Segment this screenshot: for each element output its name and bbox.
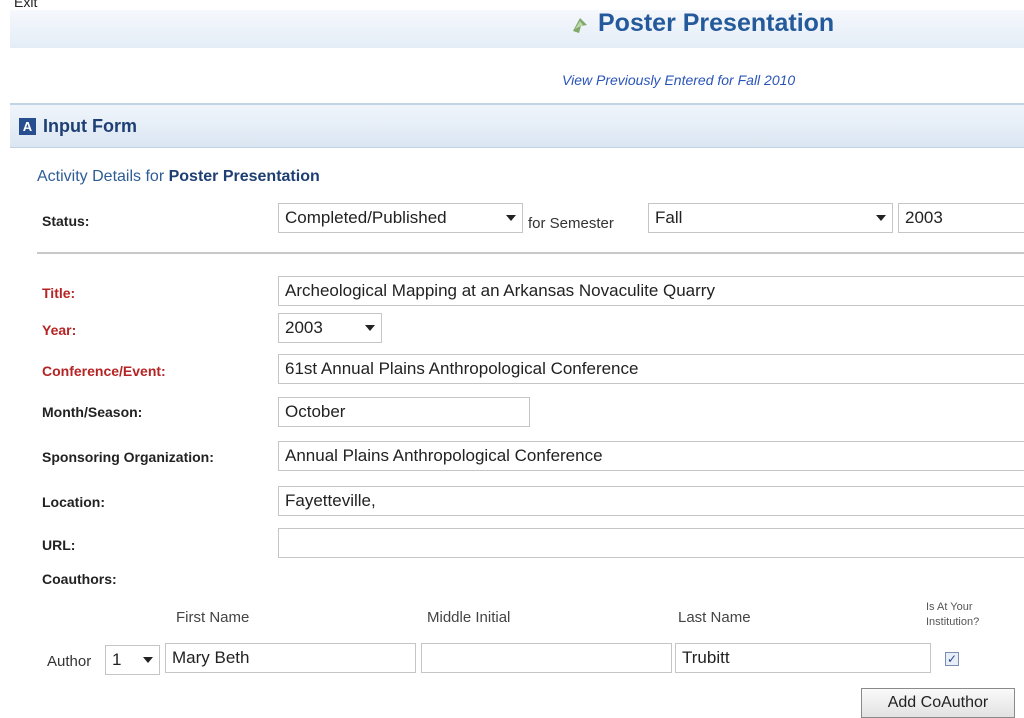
page-title-text: Poster Presentation	[598, 9, 835, 37]
sponsor-input[interactable]: Annual Plains Anthropological Conference	[278, 441, 1024, 471]
institution-header-line2: Institution?	[926, 616, 980, 628]
details-activity: Poster Presentation	[168, 168, 320, 185]
semester-select-value: Fall	[655, 208, 683, 227]
section-title: Input Form	[43, 115, 137, 136]
for-semester-label: for Semester	[528, 215, 614, 232]
location-input-value: Fayetteville,	[285, 491, 376, 510]
input-form-section-bar: A Input Form	[10, 103, 1024, 148]
month-label: Month/Season:	[42, 404, 143, 420]
first-name-header: First Name	[176, 609, 250, 626]
title-input-value: Archeological Mapping at an Arkansas Nov…	[285, 281, 715, 300]
year-select[interactable]: 2003	[278, 313, 382, 343]
section-badge: A	[19, 117, 36, 135]
year-label: Year:	[42, 322, 77, 338]
conference-input[interactable]: 61st Annual Plains Anthropological Confe…	[278, 354, 1024, 384]
last-name-value: Trubitt	[682, 648, 730, 667]
conference-input-value: 61st Annual Plains Anthropological Confe…	[285, 359, 639, 378]
last-name-header: Last Name	[678, 609, 751, 626]
divider	[37, 252, 1024, 254]
first-name-value: Mary Beth	[172, 648, 250, 667]
month-input-value: October	[285, 402, 346, 421]
checkmark-icon: ✓	[946, 652, 958, 666]
conference-label: Conference/Event:	[42, 363, 166, 379]
middle-initial-input[interactable]	[421, 643, 672, 673]
sponsor-input-value: Annual Plains Anthropological Conference	[285, 446, 603, 465]
title-label: Title:	[42, 285, 76, 301]
url-label: URL:	[42, 537, 76, 553]
details-prefix: Activity Details for	[37, 168, 169, 185]
author-number-value: 1	[112, 650, 122, 669]
page-title: Poster Presentation	[570, 9, 834, 38]
middle-initial-header: Middle Initial	[427, 609, 511, 626]
semester-year-value: 2003	[905, 208, 943, 227]
add-coauthor-button[interactable]: Add CoAuthor	[861, 688, 1015, 718]
status-label: Status:	[42, 213, 90, 229]
year-select-value: 2003	[285, 318, 323, 337]
institution-header-line1: Is At Your	[926, 601, 973, 613]
chevron-down-icon	[506, 215, 516, 221]
sponsor-label: Sponsoring Organization:	[42, 449, 214, 465]
title-input[interactable]: Archeological Mapping at an Arkansas Nov…	[278, 276, 1024, 306]
header-band	[10, 10, 1024, 48]
status-select-value: Completed/Published	[285, 208, 447, 227]
url-input[interactable]	[278, 528, 1024, 558]
author-number-select[interactable]: 1	[105, 645, 160, 675]
chevron-down-icon	[143, 657, 153, 663]
semester-year-field[interactable]: 2003	[898, 203, 1024, 233]
location-label: Location:	[42, 494, 105, 510]
institution-header: Is At Your Institution?	[926, 600, 979, 630]
poster-icon	[570, 14, 590, 34]
chevron-down-icon	[365, 325, 375, 331]
status-select[interactable]: Completed/Published	[278, 203, 523, 233]
author-label: Author	[47, 653, 92, 670]
semester-select[interactable]: Fall	[648, 203, 893, 233]
location-input[interactable]: Fayetteville,	[278, 486, 1024, 516]
month-input[interactable]: October	[278, 397, 530, 427]
view-previous-link[interactable]: View Previously Entered for Fall 2010	[562, 72, 795, 88]
activity-details-heading: Activity Details for Poster Presentation	[37, 168, 320, 186]
coauthors-label: Coauthors:	[42, 571, 117, 587]
exit-link[interactable]: Exit	[14, 0, 37, 10]
at-institution-checkbox[interactable]: ✓	[945, 652, 959, 666]
chevron-down-icon	[876, 215, 886, 221]
last-name-input[interactable]: Trubitt	[675, 643, 931, 673]
first-name-input[interactable]: Mary Beth	[165, 643, 416, 673]
